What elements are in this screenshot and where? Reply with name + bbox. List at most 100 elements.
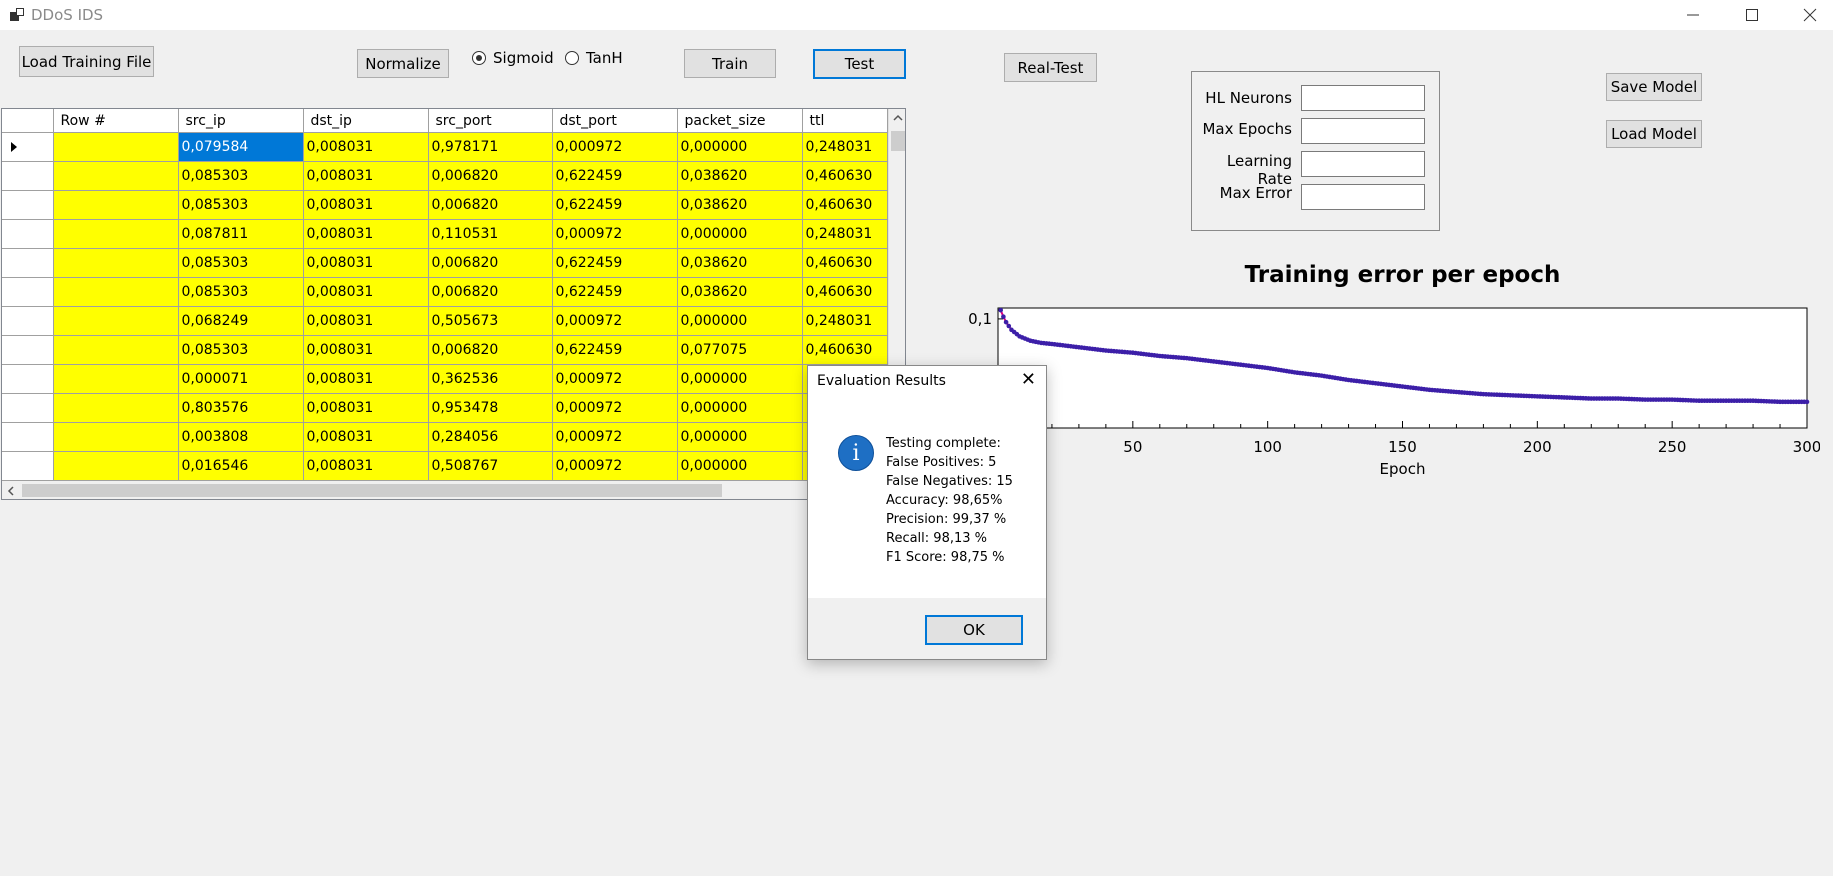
table-cell[interactable]: 0,085303	[178, 161, 304, 191]
table-cell[interactable]: 0,008031	[303, 132, 429, 162]
test-button[interactable]: Test	[813, 49, 906, 79]
table-cell[interactable]: 0,460630	[802, 335, 888, 365]
table-row[interactable]: 0,085303 0,008031 0,006820 0,622459 0,038620…	[2, 161, 892, 191]
table-cell[interactable]	[53, 277, 179, 307]
row-header[interactable]	[2, 393, 54, 423]
table-cell[interactable]: 0,008031	[303, 306, 429, 336]
table-cell[interactable]: 0,006820	[428, 277, 553, 307]
table-row[interactable]: 0,085303 0,008031 0,006820 0,622459 0,038620…	[2, 277, 892, 307]
table-cell[interactable]: 0,000071	[178, 364, 304, 394]
table-cell[interactable]: 0,038620	[677, 161, 803, 191]
table-cell[interactable]	[53, 190, 179, 220]
table-cell[interactable]: 0,284056	[428, 422, 553, 452]
row-header[interactable]	[2, 132, 54, 162]
table-cell[interactable]: 0,505673	[428, 306, 553, 336]
table-cell[interactable]: 0,006820	[428, 248, 553, 278]
table-cell[interactable]: 0,068249	[178, 306, 304, 336]
table-cell[interactable]: 0,038620	[677, 248, 803, 278]
max-epochs-input[interactable]	[1301, 118, 1425, 144]
table-cell[interactable]: 0,000000	[677, 306, 803, 336]
table-cell[interactable]: 0,077075	[677, 335, 803, 365]
vertical-scroll-thumb[interactable]	[891, 131, 905, 151]
table-cell[interactable]: 0,000972	[552, 393, 678, 423]
table-cell[interactable]: 0,038620	[677, 190, 803, 220]
table-cell[interactable]: 0,085303	[178, 190, 304, 220]
table-cell[interactable]: 0,008031	[303, 364, 429, 394]
dialog-close-icon[interactable]: ✕	[1021, 371, 1036, 389]
table-cell[interactable]: 0,008031	[303, 451, 429, 481]
table-cell[interactable]	[53, 219, 179, 249]
table-row[interactable]: 0,085303 0,008031 0,006820 0,622459 0,038620…	[2, 248, 892, 278]
table-cell[interactable]: 0,248031	[802, 306, 888, 336]
table-cell[interactable]: 0,008031	[303, 248, 429, 278]
table-cell[interactable]: 0,460630	[802, 190, 888, 220]
table-cell[interactable]	[53, 364, 179, 394]
scroll-left-icon[interactable]	[7, 486, 15, 496]
table-cell[interactable]	[53, 393, 179, 423]
column-header[interactable]: Row #	[53, 109, 179, 133]
table-row[interactable]: 0,087811 0,008031 0,110531 0,000972 0,000000…	[2, 219, 892, 249]
table-row[interactable]: 0,068249 0,008031 0,505673 0,000972 0,000000…	[2, 306, 892, 336]
table-cell[interactable]: 0,000972	[552, 364, 678, 394]
table-cell[interactable]: 0,978171	[428, 132, 553, 162]
table-cell[interactable]	[53, 132, 179, 162]
table-cell[interactable]: 0,508767	[428, 451, 553, 481]
row-header[interactable]	[2, 422, 54, 452]
table-cell[interactable]: 0,000972	[552, 132, 678, 162]
column-header[interactable]: ttl	[802, 109, 888, 133]
column-header[interactable]: packet_size	[677, 109, 803, 133]
table-cell[interactable]: 0,000000	[677, 393, 803, 423]
horizontal-scroll-thumb[interactable]	[22, 484, 722, 497]
table-cell[interactable]: 0,016546	[178, 451, 304, 481]
table-cell[interactable]: 0,006820	[428, 161, 553, 191]
table-row[interactable]: 0,085303 0,008031 0,006820 0,622459 0,038620…	[2, 190, 892, 220]
sigmoid-radio[interactable]: Sigmoid	[472, 49, 554, 67]
table-cell[interactable]: 0,087811	[178, 219, 304, 249]
scroll-up-icon[interactable]	[893, 114, 903, 122]
table-row[interactable]: 0,016546 0,008031 0,508767 0,000972 0,000000	[2, 451, 892, 481]
data-grid[interactable]: Row # src_ip dst_ip src_port dst_port pa…	[1, 108, 906, 500]
max-error-input[interactable]	[1301, 184, 1425, 210]
table-row[interactable]: 0,000071 0,008031 0,362536 0,000972 0,000000	[2, 364, 892, 394]
table-cell[interactable]: 0,362536	[428, 364, 553, 394]
load-model-button[interactable]: Load Model	[1606, 120, 1702, 148]
maximize-button[interactable]	[1729, 0, 1775, 30]
table-cell[interactable]	[53, 451, 179, 481]
table-cell[interactable]: 0,085303	[178, 277, 304, 307]
table-cell[interactable]: 0,038620	[677, 277, 803, 307]
learning-rate-input[interactable]	[1301, 151, 1425, 177]
table-cell[interactable]: 0,000972	[552, 219, 678, 249]
table-cell[interactable]: 0,008031	[303, 422, 429, 452]
row-header[interactable]	[2, 161, 54, 191]
column-header[interactable]: src_ip	[178, 109, 304, 133]
table-cell[interactable]	[53, 248, 179, 278]
hl-neurons-input[interactable]	[1301, 85, 1425, 111]
minimize-button[interactable]	[1670, 0, 1716, 30]
column-header[interactable]: src_port	[428, 109, 553, 133]
table-cell[interactable]: 0,000000	[677, 422, 803, 452]
table-cell[interactable]: 0,622459	[552, 335, 678, 365]
save-model-button[interactable]: Save Model	[1606, 73, 1702, 101]
load-training-file-button[interactable]: Load Training File	[19, 46, 154, 77]
table-cell[interactable]: 0,248031	[802, 132, 888, 162]
ok-button[interactable]: OK	[925, 615, 1023, 645]
row-header[interactable]	[2, 277, 54, 307]
real-test-button[interactable]: Real-Test	[1004, 53, 1097, 82]
table-cell[interactable]: 0,000000	[677, 364, 803, 394]
table-cell[interactable]: 0,000972	[552, 306, 678, 336]
row-header[interactable]	[2, 364, 54, 394]
table-cell[interactable]: 0,622459	[552, 190, 678, 220]
table-cell[interactable]	[53, 161, 179, 191]
row-header[interactable]	[2, 306, 54, 336]
table-cell[interactable]: 0,622459	[552, 248, 678, 278]
tanh-radio[interactable]: TanH	[565, 49, 623, 67]
table-cell[interactable]: 0,248031	[802, 219, 888, 249]
normalize-button[interactable]: Normalize	[357, 49, 449, 78]
table-cell[interactable]: 0,008031	[303, 393, 429, 423]
column-header[interactable]: dst_port	[552, 109, 678, 133]
table-cell[interactable]: 0,079584	[178, 132, 304, 162]
row-header[interactable]	[2, 219, 54, 249]
table-cell[interactable]: 0,000000	[677, 132, 803, 162]
row-header[interactable]	[2, 190, 54, 220]
table-cell[interactable]: 0,460630	[802, 161, 888, 191]
